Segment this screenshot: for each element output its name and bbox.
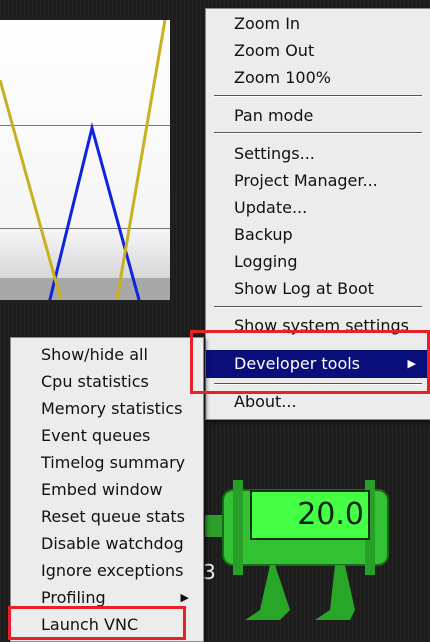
menu-item-backup[interactable]: Backup: [206, 222, 430, 248]
pump-value-display: 20.0: [250, 490, 370, 540]
submenu-item-disable-watchdog[interactable]: Disable watchdog: [11, 531, 203, 557]
menu-separator: [214, 132, 422, 134]
menu-item-label: Show system settings: [234, 316, 409, 335]
menu-item-label: Settings...: [234, 144, 315, 163]
menu-item-label: Show Log at Boot: [234, 279, 374, 298]
menu-item-about[interactable]: About...: [206, 389, 430, 415]
menu-item-label: Cpu statistics: [41, 372, 149, 391]
menu-item-logging[interactable]: Logging: [206, 249, 430, 275]
menu-item-label: Zoom Out: [234, 41, 315, 60]
developer-tools-submenu: Show/hide all Cpu statistics Memory stat…: [10, 337, 204, 642]
menu-item-show-system-settings[interactable]: Show system settings: [206, 313, 430, 339]
menu-item-label: Backup: [234, 225, 293, 244]
menu-item-label: Zoom 100%: [234, 68, 331, 87]
menu-item-label: About...: [234, 392, 297, 411]
menu-item-label: Update...: [234, 198, 308, 217]
menu-separator: [214, 383, 422, 385]
submenu-item-cpu-statistics[interactable]: Cpu statistics: [11, 369, 203, 395]
trend-line-yellow-1: [0, 79, 63, 300]
submenu-item-timelog-summary[interactable]: Timelog summary: [11, 450, 203, 476]
submenu-item-profiling[interactable]: Profiling ▶: [11, 585, 203, 611]
menu-item-label: Event queues: [41, 426, 151, 445]
menu-item-label: Timelog summary: [41, 453, 186, 472]
menu-item-label: Pan mode: [234, 106, 314, 125]
background-digit: 3: [203, 560, 216, 584]
main-context-menu: Zoom In Zoom Out Zoom 100% Pan mode Sett…: [205, 8, 430, 420]
menu-item-label: Ignore exceptions: [41, 561, 184, 580]
menu-item-label: Developer tools: [234, 354, 361, 373]
menu-item-label: Project Manager...: [234, 171, 378, 190]
trend-plot: [0, 20, 167, 300]
menu-item-label: Launch VNC: [41, 615, 139, 634]
menu-item-label: Zoom In: [234, 14, 301, 33]
submenu-item-memory-statistics[interactable]: Memory statistics: [11, 396, 203, 422]
submenu-arrow-icon: ▶: [180, 591, 189, 604]
menu-item-project-manager[interactable]: Project Manager...: [206, 168, 430, 194]
menu-item-developer-tools[interactable]: Developer tools ▶: [206, 350, 430, 378]
submenu-item-embed-window[interactable]: Embed window: [11, 477, 203, 503]
menu-item-show-log-at-boot[interactable]: Show Log at Boot: [206, 276, 430, 302]
menu-separator: [214, 95, 422, 97]
menu-item-label: Show/hide all: [41, 345, 148, 364]
menu-item-label: Embed window: [41, 480, 163, 499]
menu-item-label: Disable watchdog: [41, 534, 184, 553]
menu-item-zoom-100[interactable]: Zoom 100%: [206, 65, 430, 91]
menu-item-settings[interactable]: Settings...: [206, 141, 430, 167]
submenu-item-reset-queue-stats[interactable]: Reset queue stats: [11, 504, 203, 530]
menu-item-pan-mode[interactable]: Pan mode: [206, 103, 430, 129]
submenu-item-ignore-exceptions[interactable]: Ignore exceptions: [11, 558, 203, 584]
submenu-arrow-icon: ▶: [407, 357, 416, 370]
menu-item-label: Memory statistics: [41, 399, 183, 418]
trend-line-yellow-2: [115, 20, 167, 300]
menu-item-label: Profiling: [41, 588, 106, 607]
menu-item-label: Reset queue stats: [41, 507, 186, 526]
menu-item-zoom-out[interactable]: Zoom Out: [206, 38, 430, 64]
submenu-item-event-queues[interactable]: Event queues: [11, 423, 203, 449]
trend-chart-panel: [0, 20, 170, 300]
menu-item-zoom-in[interactable]: Zoom In: [206, 11, 430, 37]
menu-item-label: Logging: [234, 252, 298, 271]
trend-line-blue: [48, 122, 141, 300]
submenu-item-show-hide-all[interactable]: Show/hide all: [11, 342, 203, 368]
menu-separator: [214, 306, 422, 308]
submenu-item-launch-vnc[interactable]: Launch VNC: [11, 612, 203, 638]
menu-item-update[interactable]: Update...: [206, 195, 430, 221]
